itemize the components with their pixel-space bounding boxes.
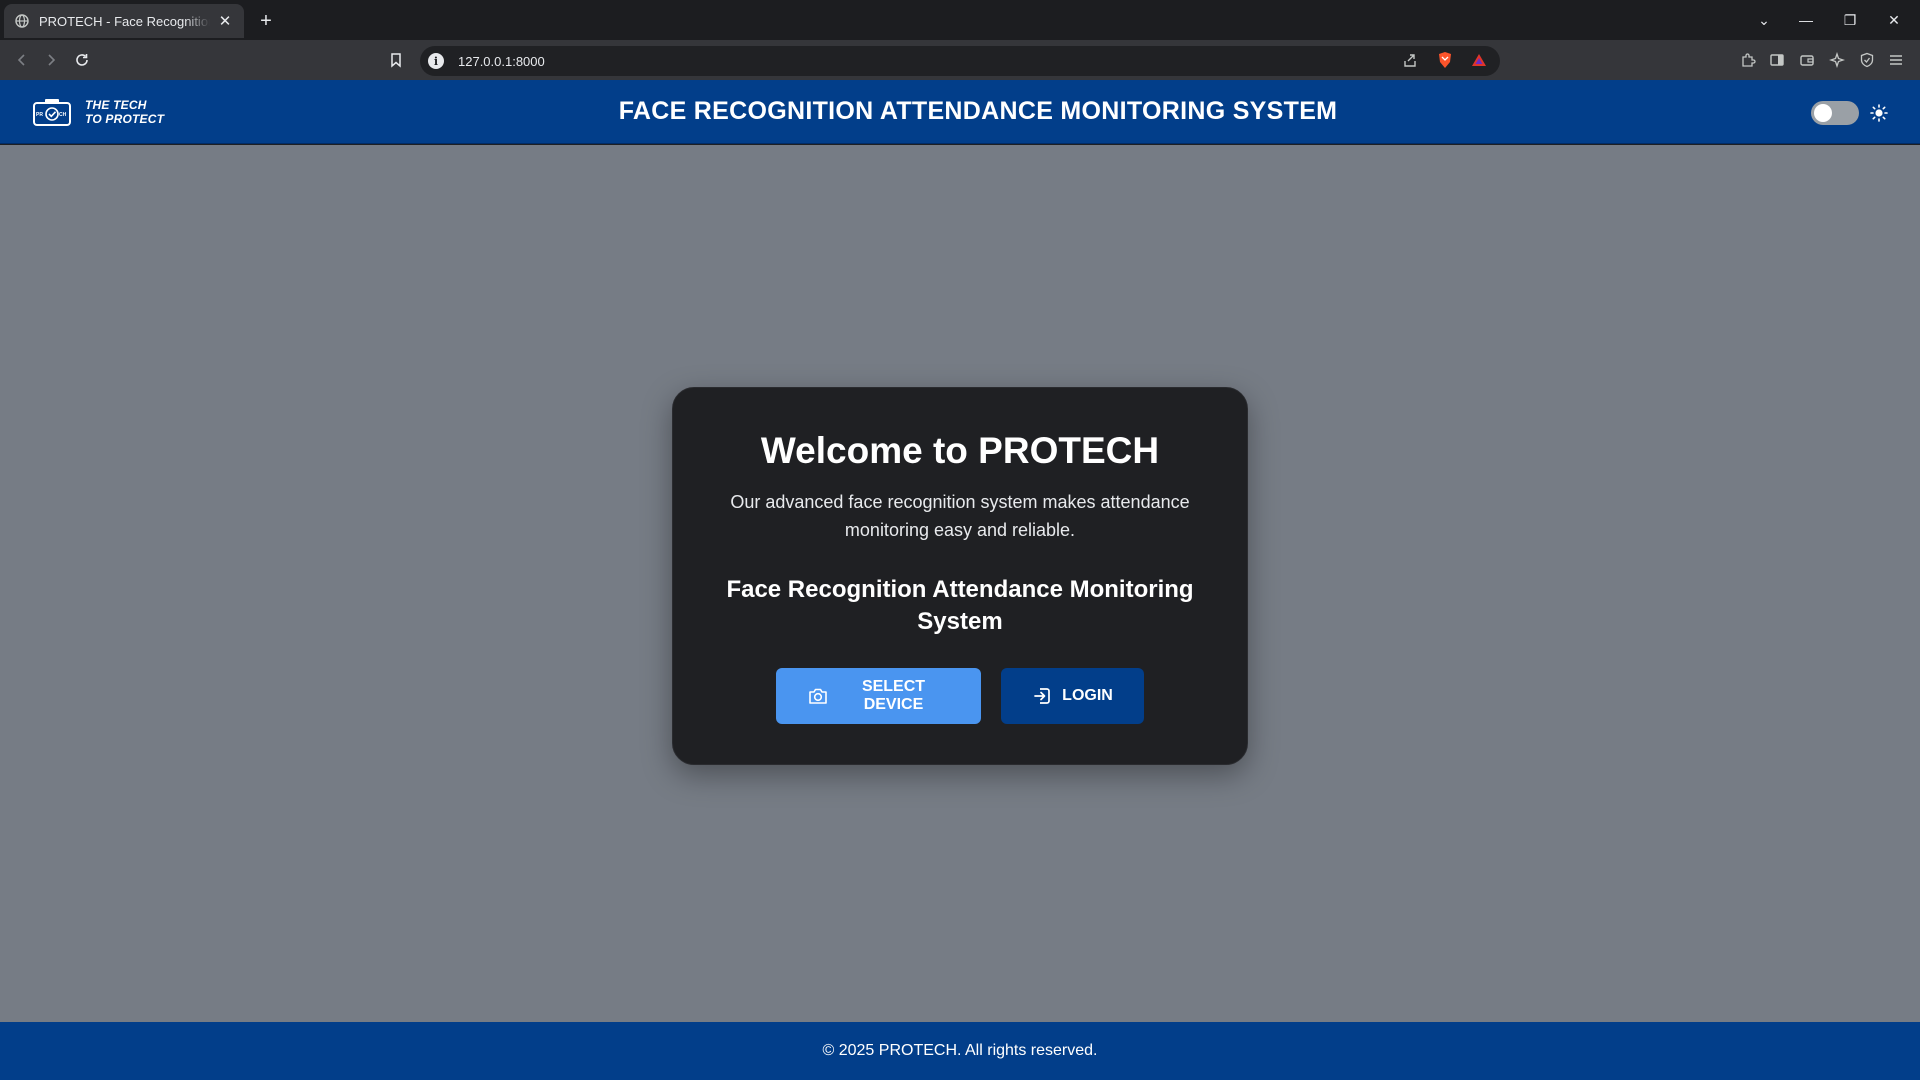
globe-icon (14, 13, 30, 29)
minimize-button[interactable]: — (1784, 0, 1828, 40)
vpn-shield-icon[interactable] (1855, 48, 1879, 72)
copyright-text: © 2025 PROTECH. All rights reserved. (822, 1042, 1098, 1059)
browser-tab-strip: PROTECH - Face Recognition Attendance Mo… (0, 0, 1920, 40)
welcome-card: Welcome to PROTECH Our advanced face rec… (672, 387, 1248, 765)
action-buttons: SELECT DEVICE LOGIN (673, 668, 1247, 724)
select-device-label: SELECT DEVICE (861, 678, 926, 713)
restore-button[interactable]: ❐ (1828, 0, 1872, 40)
site-info-icon[interactable]: i (428, 53, 444, 69)
url-text: 127.0.0.1:8000 (458, 53, 545, 69)
forward-arrow-icon[interactable] (39, 48, 63, 72)
sidebar-icon[interactable] (1765, 48, 1789, 72)
camera-icon (808, 685, 828, 707)
tab-title: PROTECH - Face Recognition Attendance Mo… (39, 13, 210, 29)
reload-icon[interactable] (70, 48, 94, 72)
new-tab-button[interactable]: + (254, 9, 278, 33)
welcome-description: Our advanced face recognition system mak… (730, 492, 1190, 540)
select-device-button[interactable]: SELECT DEVICE (776, 668, 981, 724)
theme-toggle[interactable] (1811, 101, 1859, 125)
sun-icon[interactable] (1868, 102, 1890, 124)
brave-rewards-icon[interactable] (1467, 48, 1491, 72)
leo-ai-icon[interactable] (1825, 48, 1849, 72)
page-title: FACE RECOGNITION ATTENDANCE MONITORING S… (618, 97, 1338, 125)
extensions-icon[interactable] (1736, 48, 1760, 72)
bookmark-icon[interactable] (384, 48, 408, 72)
share-icon[interactable] (1398, 48, 1422, 72)
menu-icon[interactable] (1884, 48, 1908, 72)
login-icon (1032, 685, 1052, 707)
address-bar[interactable]: i 127.0.0.1:8000 (420, 46, 1500, 76)
toggle-knob (1814, 104, 1832, 122)
footer: © 2025 PROTECH. All rights reserved. (0, 1022, 1920, 1080)
close-window-button[interactable]: ✕ (1872, 0, 1916, 40)
brave-shield-icon[interactable] (1433, 48, 1457, 72)
close-tab-icon[interactable]: ✕ (216, 12, 234, 30)
back-arrow-icon[interactable] (10, 48, 34, 72)
welcome-heading: Welcome to PROTECH (760, 430, 1160, 471)
system-subheading: Face Recognition Attendance Monitoring S… (726, 576, 1194, 635)
login-label: LOGIN (1062, 687, 1113, 704)
wallet-icon[interactable] (1795, 48, 1819, 72)
browser-tab[interactable]: PROTECH - Face Recognition Attendance Mo… (4, 4, 244, 38)
login-button[interactable]: LOGIN (1001, 668, 1144, 724)
tab-search-icon[interactable]: ⌄ (1742, 0, 1786, 40)
